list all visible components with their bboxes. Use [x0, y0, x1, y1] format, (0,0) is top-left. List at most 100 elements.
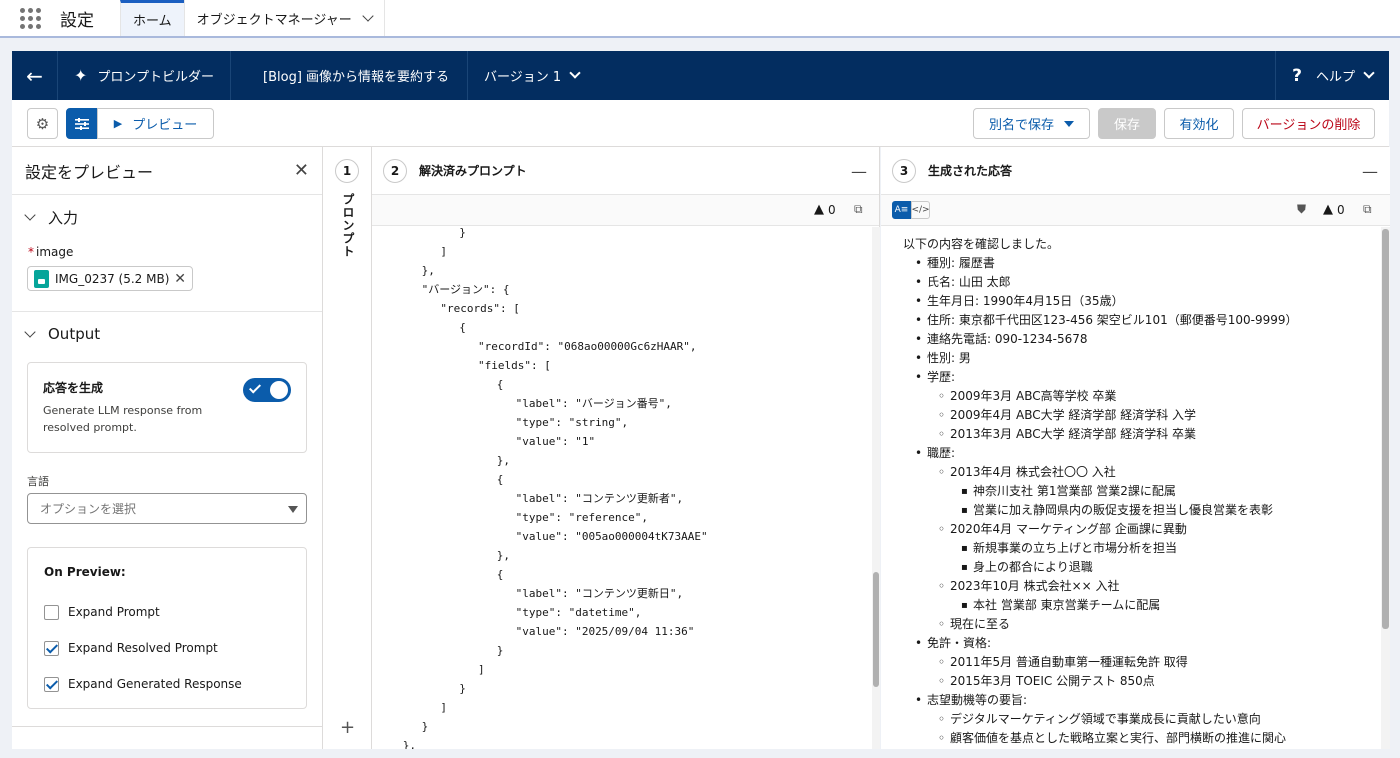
copy-icon[interactable]: ⧉ [1363, 202, 1372, 217]
response-list-item: 2013年3月 ABC大学 経済学部 経済学科 卒業 [938, 425, 1196, 444]
play-icon: ▶ [113, 117, 123, 130]
image-label: image [36, 245, 74, 259]
caret-down-icon [288, 506, 298, 513]
response-list-item: 2023年10月 株式会社×× 入社 [938, 577, 1120, 596]
code-line: { [496, 473, 504, 486]
caret-down-icon [1064, 120, 1074, 127]
code-line: } [421, 720, 429, 733]
tab-object-manager[interactable]: オブジェクトマネージャー [183, 0, 385, 36]
image-file-pill[interactable]: IMG_0237 (5.2 MB) ✕ [27, 266, 193, 291]
code-line: } [459, 682, 466, 695]
collapse-icon[interactable]: — [851, 162, 867, 181]
code-view-icon[interactable]: </> [911, 201, 930, 219]
activate-button[interactable]: 有効化 [1164, 108, 1234, 139]
formatted-view-icon[interactable]: A≡ [892, 201, 911, 219]
code-line: "type": "reference", [515, 511, 649, 524]
delete-version-label: バージョンの削除 [1256, 118, 1361, 133]
remove-file-icon[interactable]: ✕ [174, 271, 186, 287]
response-list-item: 連絡先電話: 090-1234-5678 [915, 330, 1087, 349]
scrollbar-thumb[interactable] [1382, 229, 1389, 629]
prompt-panel-collapsed[interactable]: 1 プロンプト + [323, 147, 372, 749]
expand-resolved-prompt-checkbox[interactable] [44, 640, 59, 656]
warning-count-value: 0 [828, 202, 836, 217]
divider [12, 726, 322, 727]
shield-icon[interactable]: ⛊ [1297, 202, 1306, 217]
question-icon: ? [1292, 65, 1302, 86]
back-button[interactable]: ← [12, 51, 58, 100]
code-line: ] [440, 701, 448, 714]
resolved-prompt-code: }]}, "バージョン": {"records": [{"recordId": "… [372, 227, 872, 749]
code-line: ] [440, 245, 448, 258]
version-label: バージョン 1 [484, 70, 562, 85]
close-icon[interactable]: ✕ [294, 160, 309, 181]
tab-home[interactable]: ホーム [120, 0, 184, 36]
chevron-down-icon [569, 67, 581, 79]
arrow-left-icon: ← [26, 63, 43, 88]
toggle-knob [270, 381, 288, 399]
output-section-toggle[interactable]: Output [12, 312, 322, 356]
version-selector[interactable]: バージョン 1 [468, 51, 595, 100]
expand-resolved-prompt-option[interactable]: Expand Resolved Prompt [44, 630, 290, 666]
copy-icon[interactable]: ⧉ [854, 202, 863, 217]
collapse-icon[interactable]: — [1362, 162, 1378, 181]
code-line: { [496, 568, 504, 581]
preview-button[interactable]: ▶ プレビュー [97, 108, 214, 139]
response-list-item: 2020年4月 マーケティング部 企画課に異動 [938, 520, 1187, 539]
scrollbar-thumb[interactable] [873, 572, 879, 687]
response-list-item: 生年月日: 1990年4月15日（35歳） [915, 292, 1124, 311]
chevron-down-icon [1363, 67, 1375, 79]
save-as-button[interactable]: 別名で保存 [973, 108, 1090, 139]
image-file-name: IMG_0237 (5.2 MB) [55, 271, 170, 286]
resolved-prompt-panel: 2 解決済みプロンプト — ▲ 0 ⧉ }]}, "バージョン": {"recor… [372, 147, 880, 749]
settings-button[interactable]: ⚙ [27, 108, 58, 139]
scrollbar[interactable] [1381, 227, 1390, 749]
app-launcher-button[interactable] [0, 0, 60, 36]
resolved-prompt-title: 解決済みプロンプト [419, 164, 527, 178]
warning-count[interactable]: ▲ 0 [814, 202, 836, 217]
output-section-title: Output [48, 325, 101, 343]
language-select[interactable]: オプションを選択 [27, 493, 307, 524]
app-bar: 設定 ホーム オブジェクトマネージャー [0, 0, 1400, 38]
sliders-icon [75, 117, 89, 130]
response-list-item: 氏名: 山田 太郎 [915, 273, 1011, 292]
save-as-label: 別名で保存 [988, 118, 1054, 133]
warning-icon: ▲ [814, 202, 824, 217]
input-section-title: 入力 [48, 208, 79, 227]
code-line: } [496, 644, 504, 657]
expand-generated-response-label: Expand Generated Response [68, 677, 242, 691]
prompt-panel-label: プロンプト [341, 193, 355, 258]
response-list-item: 学歴: [915, 368, 955, 387]
scrollbar[interactable] [872, 227, 880, 749]
response-list-item: デジタルマーケティング領域で事業成長に貢献したい意向 [938, 710, 1261, 729]
check-icon [248, 381, 262, 394]
generate-response-description: Generate LLM response from resolved prom… [43, 404, 203, 434]
response-list-item: 免許・資格: [915, 634, 991, 653]
add-icon[interactable]: + [340, 717, 355, 738]
code-line: "value": "1" [515, 435, 596, 448]
tab-home-label: ホーム [133, 14, 172, 29]
app-name: 設定 [60, 10, 94, 31]
builder-title: ✦ プロンプトビルダー [58, 51, 232, 100]
code-line: "label": "コンテンツ更新者", [515, 492, 684, 505]
delete-version-button[interactable]: バージョンの削除 [1242, 108, 1375, 139]
code-line: "fields": [ [478, 359, 551, 372]
expand-prompt-option[interactable]: Expand Prompt [44, 594, 290, 630]
response-list-item: 2009年3月 ABC高等学校 卒業 [938, 387, 1116, 406]
help-menu[interactable]: ? ヘルプ [1275, 51, 1389, 100]
expand-generated-response-checkbox[interactable] [44, 676, 59, 692]
save-button[interactable]: 保存 [1098, 108, 1156, 139]
preview-settings-toggle[interactable] [66, 108, 98, 139]
response-list-item: 顧客価値を基点とした戦略立案と実行、部門横断の推進に関心 [938, 729, 1286, 748]
resolved-prompt-subbar: ▲ 0 ⧉ [372, 195, 879, 226]
expand-generated-response-option[interactable]: Expand Generated Response [44, 666, 290, 702]
step-number-3: 3 [892, 158, 916, 183]
generate-response-toggle[interactable] [243, 378, 291, 402]
chevron-down-icon[interactable] [362, 10, 374, 22]
response-list-item: 住所: 東京都千代田区123-456 架空ビル101（郵便番号100-9999） [915, 311, 1297, 330]
help-label: ヘルプ [1315, 70, 1355, 85]
warning-count[interactable]: ▲ 0 [1323, 202, 1345, 217]
input-section-toggle[interactable]: 入力 [12, 195, 322, 239]
expand-prompt-checkbox[interactable] [44, 604, 59, 620]
warning-count-value: 0 [1337, 202, 1345, 217]
response-list-item: 2013年4月 株式会社〇〇 入社 [938, 463, 1116, 482]
